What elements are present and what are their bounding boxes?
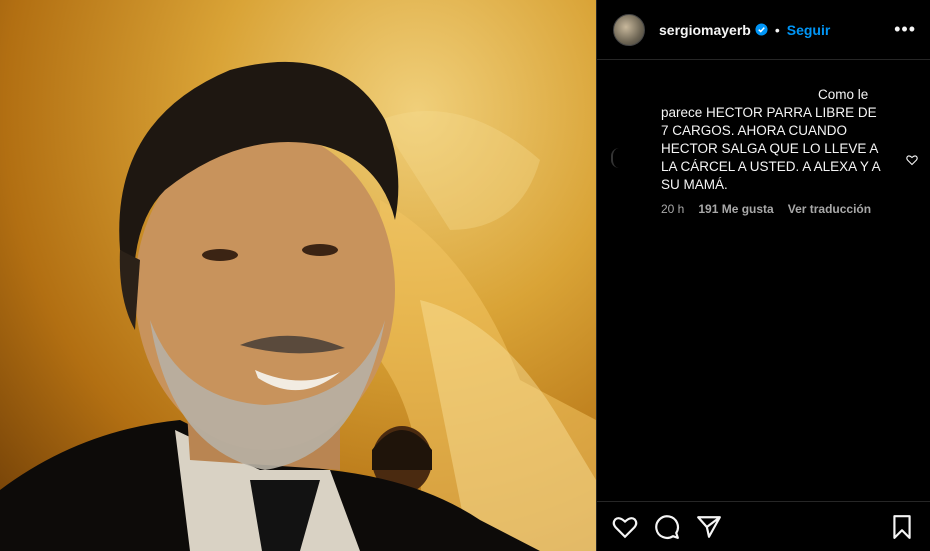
comment-meta: 20 h 191 Me gusta Ver traducción (661, 202, 914, 216)
comment-text-first-line: Como le (818, 87, 869, 102)
more-options-icon[interactable]: ••• (894, 19, 916, 40)
author-username[interactable]: sergiomayerb (659, 22, 751, 38)
header-separator: • (774, 21, 780, 38)
see-translation-link[interactable]: Ver traducción (788, 202, 871, 216)
bookmark-icon[interactable] (889, 514, 915, 540)
author-avatar[interactable] (613, 13, 645, 46)
comment-text: Como le parece HECTOR PARRA LIBRE DE 7 C… (661, 86, 881, 194)
instagram-post-view: sergiomayerb • Seguir ••• Como le parece… (0, 0, 930, 551)
comment-likes[interactable]: 191 Me gusta (698, 202, 773, 216)
commenter-avatar[interactable] (611, 148, 619, 168)
post-header: sergiomayerb • Seguir ••• (597, 0, 930, 60)
follow-button[interactable]: Seguir (787, 22, 831, 38)
comment-time[interactable]: 20 h (661, 202, 684, 216)
heart-icon[interactable] (612, 514, 638, 540)
comment-item: Como le parece HECTOR PARRA LIBRE DE 7 C… (597, 60, 930, 216)
verified-badge-icon (755, 23, 768, 36)
video-frame-illustration (0, 61, 596, 551)
post-side-panel: sergiomayerb • Seguir ••• Como le parece… (597, 0, 930, 551)
comment-like-heart-icon[interactable] (906, 154, 918, 166)
comment-icon[interactable] (654, 514, 680, 540)
post-video[interactable] (0, 0, 596, 551)
post-actions-bar (597, 501, 930, 551)
send-icon[interactable] (696, 514, 722, 540)
comment-text-body: parece HECTOR PARRA LIBRE DE 7 CARGOS. A… (661, 105, 880, 192)
